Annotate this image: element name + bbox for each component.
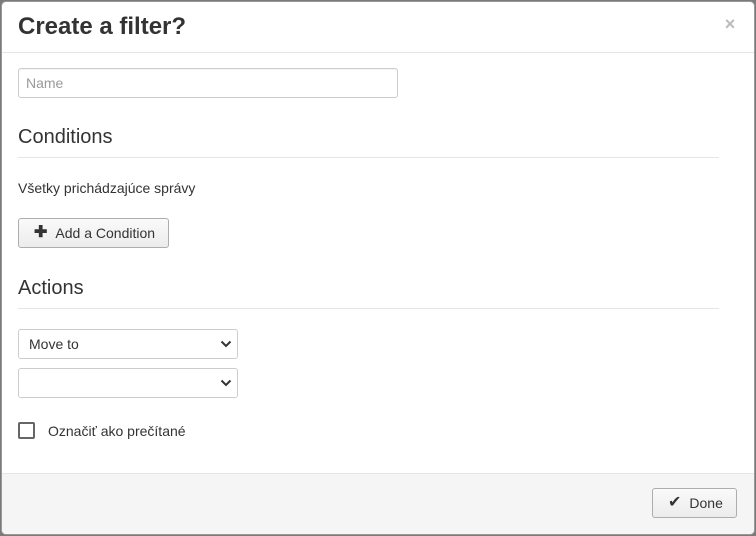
add-condition-label: Add a Condition xyxy=(55,225,156,241)
mark-read-label[interactable]: Označiť ako prečítané xyxy=(48,423,186,439)
action-type-select[interactable]: Move to xyxy=(18,329,238,359)
create-filter-dialog: Create a filter? × Conditions Všetky pri… xyxy=(1,1,755,535)
add-condition-button[interactable]: ✚ Add a Condition xyxy=(18,218,169,248)
mark-read-option: Označiť ako prečítané xyxy=(18,422,186,439)
close-icon[interactable]: × xyxy=(723,15,737,33)
conditions-divider xyxy=(18,157,719,158)
conditions-heading: Conditions xyxy=(18,126,113,148)
action-type-value: Move to xyxy=(29,336,79,352)
filter-name-input[interactable] xyxy=(18,68,398,98)
plus-icon: ✚ xyxy=(34,224,48,241)
done-label: Done xyxy=(689,495,723,511)
chevron-down-icon xyxy=(220,379,232,387)
target-folder-select[interactable] xyxy=(18,368,238,398)
checkmark-icon: ✔ xyxy=(668,494,682,511)
done-button[interactable]: ✔ Done xyxy=(652,488,737,518)
dialog-body: Conditions Všetky prichádzajúce správy ✚… xyxy=(2,53,754,473)
dialog-header: Create a filter? × xyxy=(2,2,754,53)
mark-read-checkbox[interactable] xyxy=(18,422,35,439)
chevron-down-icon xyxy=(220,340,232,348)
actions-heading: Actions xyxy=(18,277,84,299)
conditions-summary: Všetky prichádzajúce správy xyxy=(18,180,196,196)
actions-divider xyxy=(18,308,719,309)
dialog-title: Create a filter? xyxy=(18,13,187,40)
dialog-footer: ✔ Done xyxy=(2,473,754,534)
